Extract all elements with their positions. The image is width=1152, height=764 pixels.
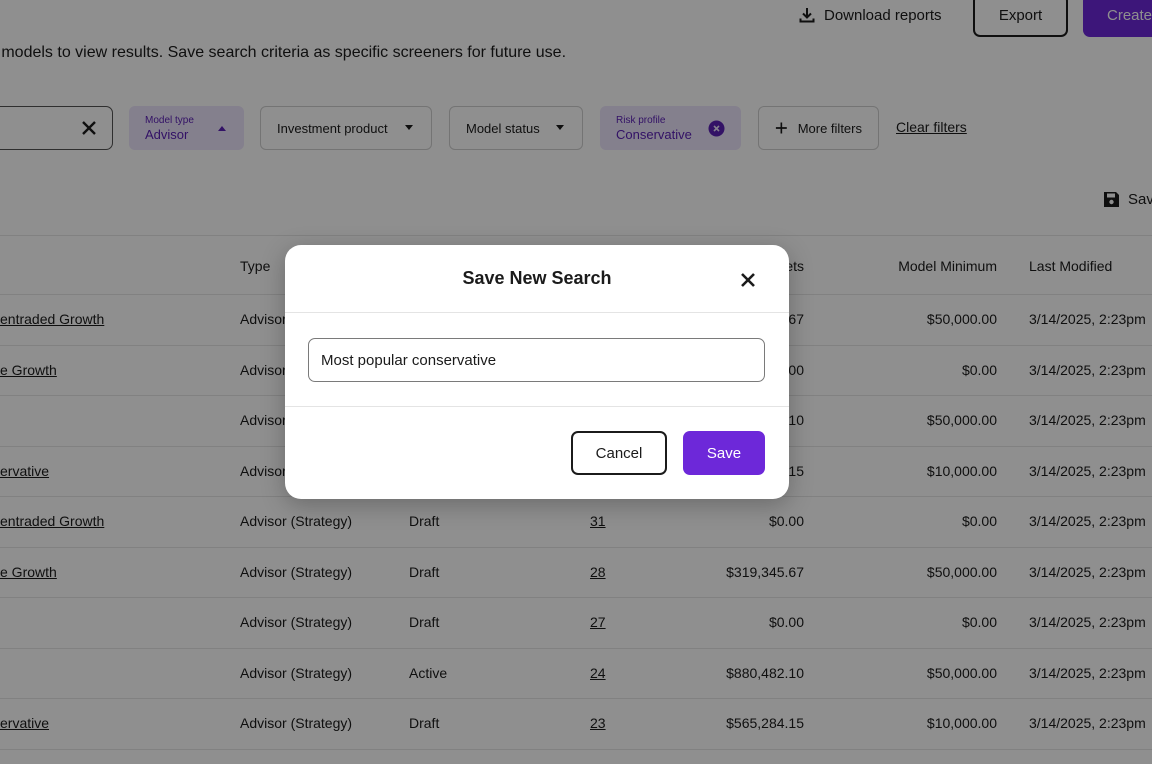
dialog-header: Save New Search [285,245,789,313]
search-name-input[interactable] [308,338,765,382]
close-icon[interactable] [738,270,758,290]
models-page: Download reports Export Create n models … [0,0,1152,764]
save-search-dialog: Save New Search Cancel Save [285,245,789,499]
dialog-footer: Cancel Save [285,407,789,499]
dialog-title: Save New Search [462,268,612,288]
save-button[interactable]: Save [683,431,765,475]
cancel-button[interactable]: Cancel [571,431,667,475]
dialog-body [285,313,789,407]
